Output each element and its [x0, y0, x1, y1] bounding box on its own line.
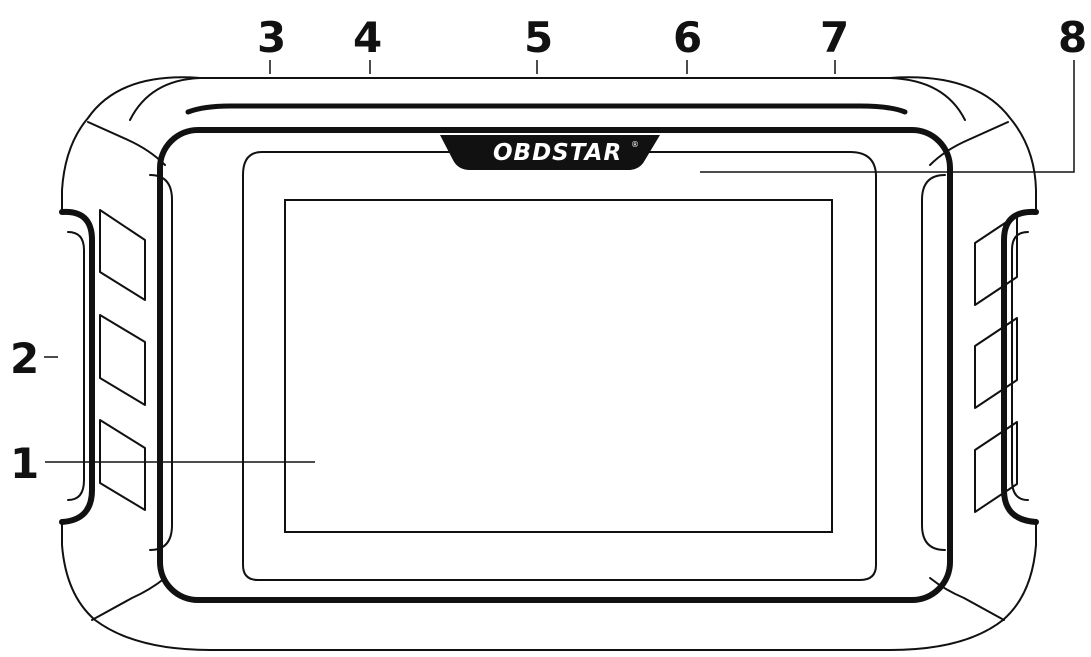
left-grip-inner [67, 231, 85, 501]
left-button-middle[interactable] [99, 314, 146, 406]
callout-number-8: 8 [1058, 13, 1087, 62]
callout-number-1: 1 [10, 439, 39, 488]
left-top-corner-bumper [61, 76, 201, 213]
left-bottom-corner-bumper [61, 519, 211, 651]
callout-number-5: 5 [524, 13, 553, 62]
callout-line-8 [700, 60, 1075, 173]
left-bottom-inner-bumper [91, 577, 166, 621]
top-bumper-edge [185, 103, 908, 115]
top-outer-outline [129, 77, 966, 121]
logo-registered-mark: ® [631, 140, 639, 149]
callout-number-2: 2 [10, 334, 39, 383]
left-button-bottom[interactable] [99, 419, 146, 511]
right-side-buttons [974, 214, 1018, 513]
right-bezel-panel [921, 174, 946, 551]
callout-number-7: 7 [820, 13, 849, 62]
callout-number-3: 3 [257, 13, 286, 62]
right-grip-edge [1001, 208, 1039, 525]
right-top-corner-bumper [889, 76, 1037, 213]
left-top-inner-bumper [87, 121, 166, 166]
left-grip-edge [59, 208, 95, 525]
left-side-buttons [99, 209, 146, 511]
logo-text: OBDSTAR [493, 140, 622, 166]
inner-bezel [242, 151, 877, 581]
callout-number-4: 4 [353, 13, 382, 62]
right-button-middle[interactable] [974, 317, 1018, 409]
callout-number-6: 6 [673, 13, 702, 62]
lcd-screen[interactable] [284, 199, 833, 533]
right-grip-inner [1011, 231, 1029, 501]
brand-logo: OBDSTAR ® [440, 135, 660, 170]
device-diagram: OBDSTAR ® 1 2 3 4 5 6 7 8 [10, 13, 1087, 651]
right-button-bottom[interactable] [974, 421, 1018, 513]
right-bottom-corner-bumper [889, 519, 1037, 651]
callout-lines [44, 60, 1075, 463]
left-button-top[interactable] [99, 209, 146, 301]
right-button-top[interactable] [974, 214, 1018, 306]
